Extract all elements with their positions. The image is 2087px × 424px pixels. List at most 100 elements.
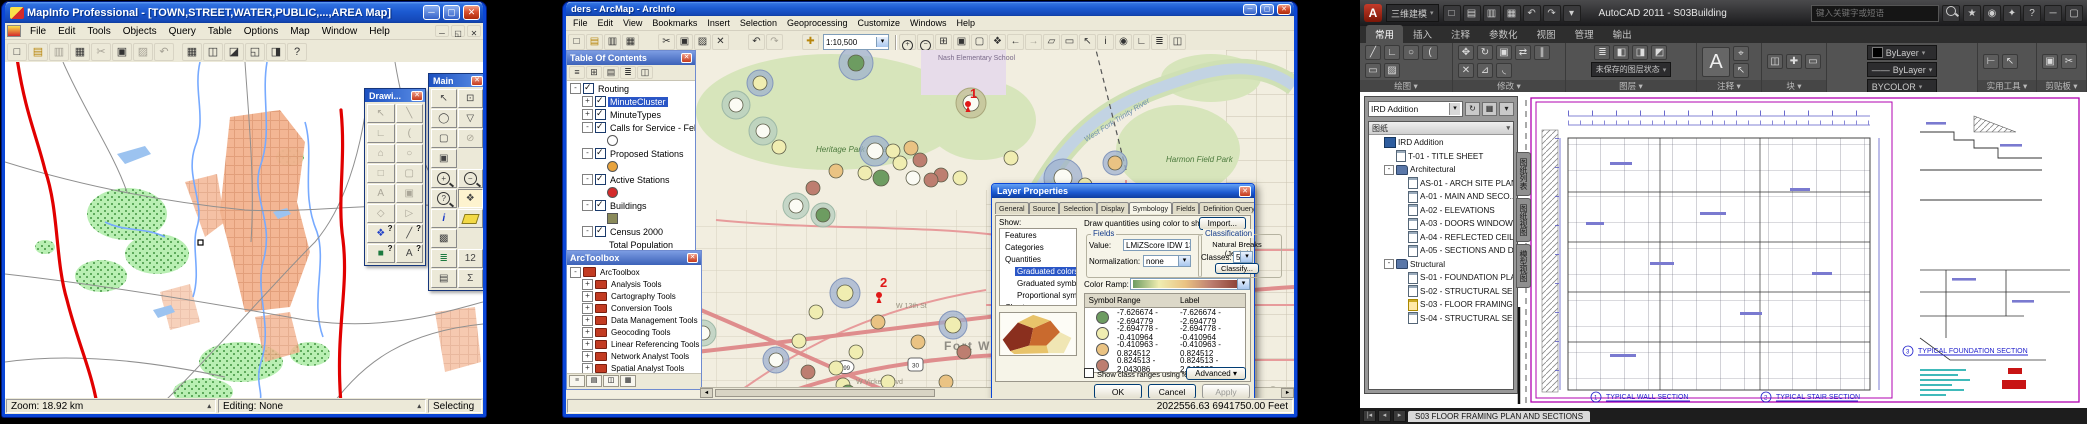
sheet-row[interactable]: S-01 - FOUNDATION PLA...: [1369, 271, 1513, 285]
ruler-icon[interactable]: 12: [458, 249, 484, 268]
map-scale-combo[interactable]: 1:10,500▾: [823, 34, 889, 50]
toolbox-item[interactable]: + Cartography Tools: [567, 290, 701, 302]
expand-icon[interactable]: -: [582, 148, 593, 159]
layer-label[interactable]: MinuteCluster: [608, 97, 668, 107]
toolbox-label[interactable]: Data Management Tools: [609, 316, 700, 325]
toolbox-item[interactable]: - ArcToolbox: [567, 266, 701, 278]
layer-off-icon[interactable]: ◧: [1613, 45, 1629, 60]
symbology-row[interactable]: -0.410963 - 0.824512 -0.410963 - 0.82451…: [1085, 340, 1245, 356]
cut-icon[interactable]: ✂: [91, 43, 111, 61]
toolbox-label[interactable]: Network Analyst Tools: [609, 352, 691, 361]
插入[interactable]: 插入: [1404, 25, 1441, 43]
apply-button[interactable]: Apply: [1202, 384, 1250, 398]
layer-label[interactable]: Calls for Service - Feb07: [608, 123, 695, 133]
symbology-table-header[interactable]: Symbol Range Label: [1084, 293, 1246, 308]
layer-checkbox[interactable]: [595, 148, 606, 159]
new-layout-icon[interactable]: ◱: [245, 43, 265, 61]
layer-row[interactable]: + MinuteCluster: [567, 95, 695, 108]
Bookmarks[interactable]: Bookmarks: [647, 18, 702, 28]
pan-tool-icon[interactable]: ❖: [989, 34, 1006, 50]
show-item[interactable]: Quantities: [1000, 253, 1076, 265]
polyline-tool-icon[interactable]: ∟: [367, 124, 395, 143]
layer-lock-icon[interactable]: ◩: [1651, 45, 1667, 60]
sheet-row[interactable]: - Structural: [1369, 258, 1513, 272]
图纸列表[interactable]: 图纸列表: [1516, 152, 1531, 196]
Help[interactable]: Help: [952, 18, 981, 28]
注释[interactable]: 注释: [1442, 25, 1479, 43]
status-zoom[interactable]: Zoom: 18.92 km▴: [6, 399, 216, 413]
lineweight-combo[interactable]: ——ByLayer▾: [1867, 62, 1938, 77]
create-block-icon[interactable]: ✚: [1786, 54, 1802, 69]
layer-label[interactable]: Total Population: [607, 240, 675, 250]
视图[interactable]: 视图: [1528, 25, 1565, 43]
pan-icon[interactable]: ❖: [458, 189, 484, 208]
open-icon[interactable]: ▤: [1463, 5, 1481, 22]
sheet-row[interactable]: A-05 - SECTIONS AND D...: [1369, 244, 1513, 258]
polygon-select-icon[interactable]: ▽: [458, 109, 484, 128]
panel-label[interactable]: 块 ▾: [1762, 80, 1826, 92]
save-icon[interactable]: ▥: [604, 34, 621, 50]
toolbox-label[interactable]: Conversion Tools: [609, 304, 674, 313]
layer-row[interactable]: - Routing: [567, 82, 695, 95]
panel-label[interactable]: 修改 ▾: [1453, 80, 1565, 92]
viewer-window-icon[interactable]: ◫: [1169, 34, 1186, 50]
redo-icon[interactable]: ↷: [1543, 5, 1561, 22]
Edit[interactable]: Edit: [593, 18, 619, 28]
refresh-icon[interactable]: ↻: [1465, 102, 1480, 116]
expand-icon[interactable]: -: [582, 174, 593, 185]
arctoolbox-titlebar[interactable]: ArcToolbox ✕: [567, 251, 701, 265]
cut-icon[interactable]: ✂: [2061, 54, 2077, 69]
save-table-icon[interactable]: ▥: [49, 43, 69, 61]
minimize-button[interactable]: ─: [423, 5, 440, 20]
sheet-row[interactable]: T-01 - TITLE SHEET: [1369, 150, 1513, 164]
normalization-combo[interactable]: none▾: [1143, 255, 1191, 267]
expand-icon[interactable]: +: [582, 279, 593, 290]
favorites-icon[interactable]: ★: [1963, 5, 1981, 22]
full-extent-icon[interactable]: ⊞: [935, 34, 952, 50]
main-toolbar-titlebar[interactable]: Main ✕: [429, 74, 483, 87]
expand-icon[interactable]: -: [1384, 165, 1394, 175]
arcmap-map-canvas[interactable]: Nash Elementary School Heritage Park Pla…: [566, 50, 1294, 398]
Tools[interactable]: Tools: [81, 25, 116, 38]
sheet-row[interactable]: A-03 - DOORS WINDOW...: [1369, 217, 1513, 231]
offset-tool-icon[interactable]: ∥: [1534, 45, 1550, 60]
maximize-button[interactable]: ▢: [1260, 4, 1274, 15]
mdi-close-button[interactable]: ✕: [467, 25, 481, 37]
zoom-in-icon[interactable]: +: [431, 169, 457, 188]
legend-icon[interactable]: ▤: [431, 269, 457, 288]
layer-label[interactable]: Active Stations: [608, 175, 672, 185]
Objects[interactable]: Objects: [117, 25, 163, 38]
layer-properties-icon[interactable]: ≣: [1594, 45, 1610, 60]
mdi-minimize-button[interactable]: ─: [435, 25, 449, 37]
close-button[interactable]: ✕: [1277, 4, 1291, 15]
mdi-restore-button[interactable]: ◱: [451, 25, 465, 37]
Window[interactable]: Window: [316, 25, 364, 38]
info-tool-icon[interactable]: i: [431, 209, 457, 228]
copy-icon[interactable]: ▣: [676, 34, 693, 50]
sheet-label[interactable]: A-02 - ELEVATIONS: [1420, 206, 1495, 215]
leader-tool-icon[interactable]: ↖: [1733, 63, 1749, 78]
hatch-tool-icon[interactable]: ▨: [1384, 63, 1400, 78]
symbology-row[interactable]: -7.626674 - -2.694779 -7.626674 - -2.694…: [1085, 308, 1245, 324]
next-layout-icon[interactable]: ▸: [1393, 410, 1406, 422]
quick-select-icon[interactable]: ↖: [2002, 54, 2018, 69]
sheet-row[interactable]: IRD Addition: [1369, 136, 1513, 150]
checkbox-icon[interactable]: [1084, 368, 1094, 378]
new-redistricter-icon[interactable]: ◨: [266, 43, 286, 61]
communication-center-icon[interactable]: ✦: [2003, 5, 2021, 22]
save-icon[interactable]: ▥: [1483, 5, 1501, 22]
maximize-button[interactable]: ▢: [2065, 5, 2083, 22]
panel-label[interactable]: 注释 ▾: [1697, 80, 1761, 92]
expand-icon[interactable]: +: [582, 315, 593, 326]
new-table-icon[interactable]: □: [7, 43, 27, 61]
drag-map-window-icon[interactable]: ▩: [431, 229, 457, 248]
sheetset-combo[interactable]: IRD Addition▾: [1368, 101, 1463, 117]
Customize[interactable]: Customize: [853, 18, 906, 28]
scroll-right-icon[interactable]: ▸: [1281, 388, 1294, 398]
Display[interactable]: Display: [1097, 202, 1129, 214]
find-icon[interactable]: ◉: [1115, 34, 1132, 50]
close-icon[interactable]: ✕: [471, 76, 483, 86]
select-elements-icon[interactable]: ↖: [1079, 34, 1096, 50]
Map[interactable]: Map: [284, 25, 315, 38]
toolbox-label[interactable]: Cartography Tools: [609, 292, 678, 301]
